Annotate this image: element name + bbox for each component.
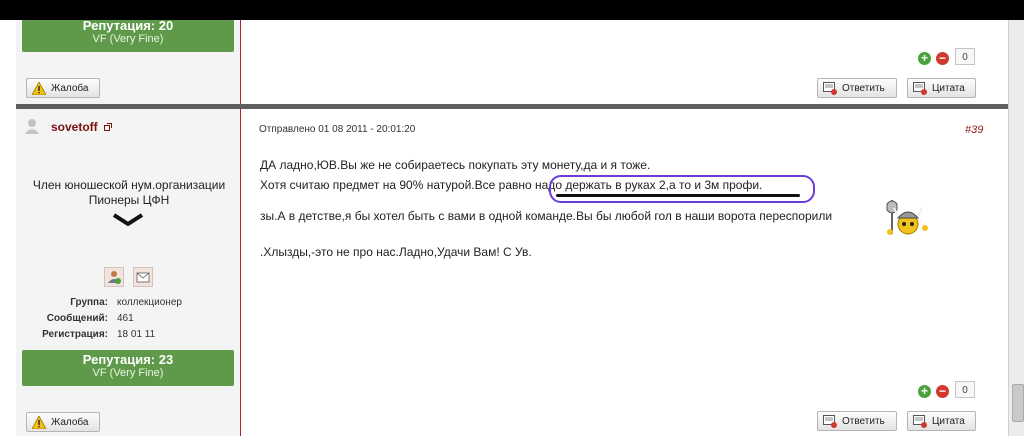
scrollbar[interactable] xyxy=(1008,20,1024,436)
username-link[interactable]: sovetoff xyxy=(51,120,98,134)
reputation-box: Репутация: 20 VF (Very Fine) xyxy=(22,20,234,52)
reputation-title: Репутация: 20 xyxy=(82,20,174,33)
reply-icon xyxy=(823,82,837,95)
info-label-group: Группа: xyxy=(70,297,108,308)
complaint-label: Жалоба xyxy=(51,83,89,94)
viking-smiley-icon xyxy=(886,200,928,235)
column-divider xyxy=(240,20,241,436)
reputation-box: Репутация: 23 VF (Very Fine) xyxy=(22,350,234,386)
vote-count: 0 xyxy=(955,381,975,398)
quote-icon xyxy=(913,415,927,428)
quote-icon xyxy=(913,82,927,95)
reply-icon xyxy=(823,415,837,428)
forum-page: Репутация: 20 VF (Very Fine) + − 0 Жалоб… xyxy=(0,20,1024,436)
vote-up-icon[interactable]: + xyxy=(918,385,931,398)
vote-count: 0 xyxy=(955,48,975,65)
reply-label: Ответить xyxy=(842,83,885,94)
post-number-link[interactable]: #39 xyxy=(965,124,983,136)
reputation-grade: VF (Very Fine) xyxy=(92,367,164,379)
scrollbar-thumb[interactable] xyxy=(1012,384,1024,422)
add-contact-icon[interactable] xyxy=(104,267,124,287)
reputation-title: Репутация: 23 xyxy=(82,352,174,367)
info-value-posts: 461 xyxy=(117,313,134,324)
highlight-underline xyxy=(556,194,800,197)
vote-down-icon[interactable]: − xyxy=(936,385,949,398)
reply-label: Ответить xyxy=(842,416,885,427)
highlight-oval xyxy=(549,175,815,203)
post-body-line: зы.А в детстве,я бы хотел быть с вами в … xyxy=(260,209,833,223)
complaint-button[interactable]: Жалоба xyxy=(26,412,100,432)
post-separator xyxy=(16,104,1008,109)
reply-button[interactable]: Ответить xyxy=(817,78,897,98)
reputation-grade: VF (Very Fine) xyxy=(92,33,164,45)
reply-button[interactable]: Ответить xyxy=(817,411,897,431)
private-message-icon[interactable] xyxy=(133,267,153,287)
quote-label: Цитата xyxy=(932,83,965,94)
info-label-registered: Регистрация: xyxy=(42,329,108,340)
post-body-line: ДА ладно,ЮВ.Вы же не собираетесь покупат… xyxy=(260,158,651,172)
warning-icon xyxy=(32,416,46,429)
warning-icon xyxy=(32,82,46,95)
user-offline-icon xyxy=(25,119,39,134)
complaint-label: Жалоба xyxy=(51,417,89,428)
vote-down-icon[interactable]: − xyxy=(936,52,949,65)
quote-button[interactable]: Цитата xyxy=(907,78,976,98)
chevron-down-icon xyxy=(113,213,143,226)
thread-content: Репутация: 20 VF (Very Fine) + − 0 Жалоб… xyxy=(0,20,1008,436)
vote-up-icon[interactable]: + xyxy=(918,52,931,65)
info-value-registered: 18 01 11 xyxy=(117,329,156,340)
user-title-line2: Пионеры ЦФН xyxy=(88,193,170,207)
post-body-line: .Хлызды,-это не про нас.Ладно,Удачи Вам!… xyxy=(260,245,532,259)
info-label-posts: Сообщений: xyxy=(46,313,108,324)
post-date: Отправлено 01 08 2011 - 20:01:20 xyxy=(259,124,416,135)
user-title: Член юношеской нум.организации Пионеры Ц… xyxy=(20,178,238,208)
info-value-group: коллекционер xyxy=(117,297,182,308)
quote-button[interactable]: Цитата xyxy=(907,411,976,431)
quote-label: Цитата xyxy=(932,416,965,427)
complaint-button[interactable]: Жалоба xyxy=(26,78,100,98)
profile-popup-icon[interactable] xyxy=(104,123,112,131)
user-title-line1: Член юношеской нум.организации xyxy=(32,178,226,192)
